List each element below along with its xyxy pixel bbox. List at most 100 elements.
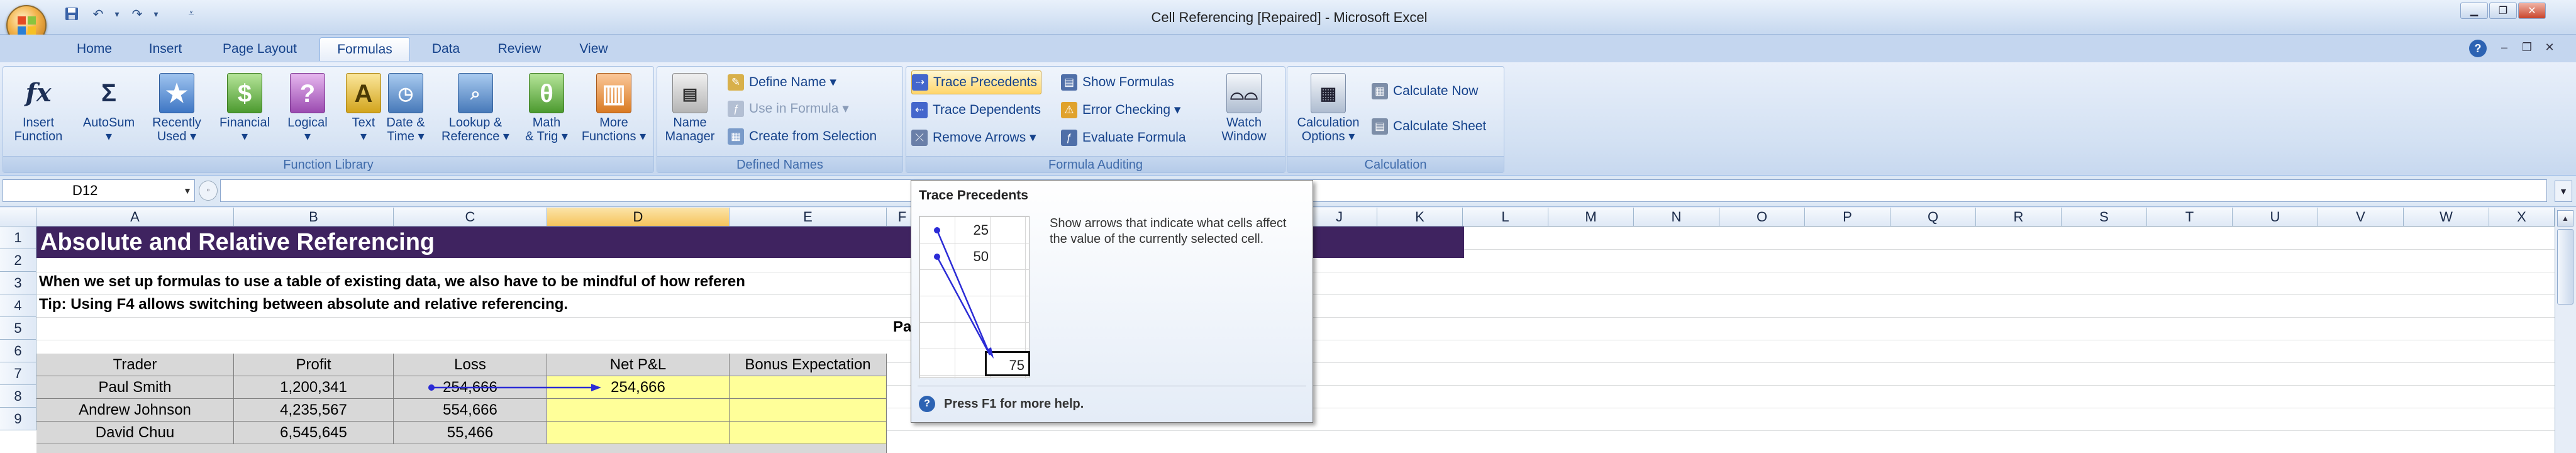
column-header-x[interactable]: X xyxy=(2489,208,2555,226)
header-net-pl[interactable]: Net P&L xyxy=(547,354,730,376)
date-time-button[interactable]: ◷ Date & Time ▾ xyxy=(378,73,433,161)
trace-dependents-button[interactable]: ⇠ Trace Dependents xyxy=(911,98,1041,122)
error-checking-button[interactable]: ⚠ Error Checking ▾ xyxy=(1061,98,1180,122)
net-pl-cell[interactable] xyxy=(547,422,730,444)
column-header-e[interactable]: E xyxy=(730,208,887,226)
workbook-restore-icon[interactable]: ❐ xyxy=(2518,38,2536,56)
tip-row-4[interactable]: Tip: Using F4 allows switching between a… xyxy=(36,292,854,317)
row-header-1[interactable]: 1 xyxy=(0,226,36,249)
tab-home[interactable]: Home xyxy=(63,37,123,61)
close-button[interactable]: ✕ xyxy=(2518,3,2546,19)
recently-used-button[interactable]: ★ Recently Used ▾ xyxy=(145,73,208,161)
lookup-reference-button[interactable]: ⌕ Lookup & Reference ▾ xyxy=(438,73,513,161)
trader-cell[interactable]: Paul Smith xyxy=(36,376,234,399)
remove-arrows-button[interactable]: ⤫ Remove Arrows ▾ xyxy=(911,126,1036,150)
formula-divider-icon[interactable]: ◦ xyxy=(199,181,218,201)
logical-button[interactable]: ? Logical ▾ xyxy=(277,73,338,161)
column-header-v[interactable]: V xyxy=(2318,208,2404,226)
tab-formulas[interactable]: Formulas xyxy=(319,37,410,61)
column-header-n[interactable]: N xyxy=(1634,208,1719,226)
customize-qat-icon[interactable]: ⩡ xyxy=(182,5,200,23)
column-header-j[interactable]: J xyxy=(1302,208,1377,226)
row-header-8[interactable]: 8 xyxy=(0,385,36,408)
show-formulas-button[interactable]: ▤ Show Formulas xyxy=(1061,70,1174,94)
column-header-q[interactable]: Q xyxy=(1890,208,1976,226)
tab-data[interactable]: Data xyxy=(416,37,475,61)
trader-cell[interactable]: Andrew Johnson xyxy=(36,399,234,422)
header-loss[interactable]: Loss xyxy=(394,354,547,376)
save-icon[interactable] xyxy=(63,5,80,23)
scroll-up-icon[interactable]: ▲ xyxy=(2557,210,2573,226)
bonus-cell[interactable] xyxy=(730,376,887,399)
minimize-button[interactable]: ▁ xyxy=(2460,3,2488,19)
vertical-scrollbar[interactable]: ▲ xyxy=(2555,208,2576,453)
column-header-o[interactable]: O xyxy=(1719,208,1805,226)
workbook-close-icon[interactable]: ✕ xyxy=(2541,38,2558,56)
column-header-s[interactable]: S xyxy=(2062,208,2147,226)
select-all-corner[interactable] xyxy=(0,208,36,226)
row-header-2[interactable]: 2 xyxy=(0,249,36,272)
undo-dropdown-icon[interactable]: ▾ xyxy=(108,5,126,23)
profit-cell[interactable]: 4,235,567 xyxy=(234,399,394,422)
trace-precedents-button[interactable]: ⇢ Trace Precedents xyxy=(911,70,1041,94)
tab-view[interactable]: View xyxy=(564,37,624,61)
net-pl-cell[interactable] xyxy=(547,399,730,422)
tab-insert[interactable]: Insert xyxy=(132,37,199,61)
header-trader[interactable]: Trader xyxy=(36,354,234,376)
bonus-cell[interactable] xyxy=(730,399,887,422)
calculation-options-button[interactable]: ▦ Calculation Options ▾ xyxy=(1290,73,1367,161)
profit-cell[interactable]: 1,200,341 xyxy=(234,376,394,399)
bonus-cell[interactable] xyxy=(730,422,887,444)
autosum-button[interactable]: Σ AutoSum ▾ xyxy=(77,73,140,161)
name-manager-button[interactable]: ▤ Name Manager xyxy=(660,73,720,161)
tab-page-layout[interactable]: Page Layout xyxy=(208,37,312,61)
help-icon[interactable]: ? xyxy=(2469,40,2487,57)
loss-cell[interactable]: 55,466 xyxy=(394,422,547,444)
header-bonus-expectation[interactable]: Bonus Expectation xyxy=(730,354,887,376)
undo-icon[interactable]: ↶ xyxy=(89,5,107,23)
workbook-minimize-icon[interactable]: – xyxy=(2496,38,2513,56)
row-header-7[interactable]: 7 xyxy=(0,362,36,385)
column-header-r[interactable]: R xyxy=(1976,208,2062,226)
create-from-selection-button[interactable]: ▦ Create from Selection xyxy=(728,125,877,148)
row-header-9[interactable]: 9 xyxy=(0,408,36,430)
column-header-l[interactable]: L xyxy=(1463,208,1548,226)
calculate-sheet-button[interactable]: ▤ Calculate Sheet xyxy=(1372,115,1486,138)
header-profit[interactable]: Profit xyxy=(234,354,394,376)
column-header-w[interactable]: W xyxy=(2404,208,2489,226)
define-name-button[interactable]: ✎ Define Name ▾ xyxy=(728,70,836,94)
financial-button[interactable]: $ Financial ▾ xyxy=(213,73,276,161)
row-header-4[interactable]: 4 xyxy=(0,294,36,317)
row-header-3[interactable]: 3 xyxy=(0,272,36,294)
more-functions-button[interactable]: ▥ More Functions ▾ xyxy=(577,73,651,161)
column-header-a[interactable]: A xyxy=(36,208,234,226)
column-header-d[interactable]: D xyxy=(547,208,730,226)
evaluate-formula-button[interactable]: ƒ Evaluate Formula xyxy=(1061,126,1186,150)
redo-dropdown-icon[interactable]: ▾ xyxy=(147,5,165,23)
note-row-3[interactable]: When we set up formulas to use a table o… xyxy=(36,269,911,294)
watch-window-button[interactable]: ⌓⌓ Watch Window xyxy=(1209,73,1279,161)
row-header-5[interactable]: 5 xyxy=(0,317,36,340)
row-header-6[interactable]: 6 xyxy=(0,340,36,362)
tab-review[interactable]: Review xyxy=(483,37,556,61)
insert-function-button[interactable]: fx Insert Function xyxy=(7,73,70,161)
expand-formula-bar-icon[interactable]: ▼ xyxy=(2555,181,2572,202)
column-header-m[interactable]: M xyxy=(1548,208,1634,226)
column-header-p[interactable]: P xyxy=(1805,208,1890,226)
profit-cell[interactable]: 6,545,645 xyxy=(234,422,394,444)
name-box[interactable]: D12 xyxy=(3,179,195,202)
trader-cell[interactable]: David Chuu xyxy=(36,422,234,444)
formula-input[interactable] xyxy=(220,179,2547,202)
restore-button[interactable]: ❐ xyxy=(2489,3,2517,19)
name-box-dropdown-icon[interactable]: ▼ xyxy=(181,182,194,199)
column-header-c[interactable]: C xyxy=(394,208,547,226)
scroll-thumb[interactable] xyxy=(2557,229,2573,305)
column-header-b[interactable]: B xyxy=(234,208,394,226)
use-in-formula-button[interactable]: ƒ Use in Formula ▾ xyxy=(728,97,849,121)
column-header-u[interactable]: U xyxy=(2233,208,2318,226)
column-header-t[interactable]: T xyxy=(2147,208,2233,226)
calculate-now-button[interactable]: ▦ Calculate Now xyxy=(1372,79,1478,103)
math-trig-button[interactable]: θ Math & Trig ▾ xyxy=(515,73,578,161)
column-header-k[interactable]: K xyxy=(1377,208,1463,226)
redo-icon[interactable]: ↷ xyxy=(128,5,146,23)
